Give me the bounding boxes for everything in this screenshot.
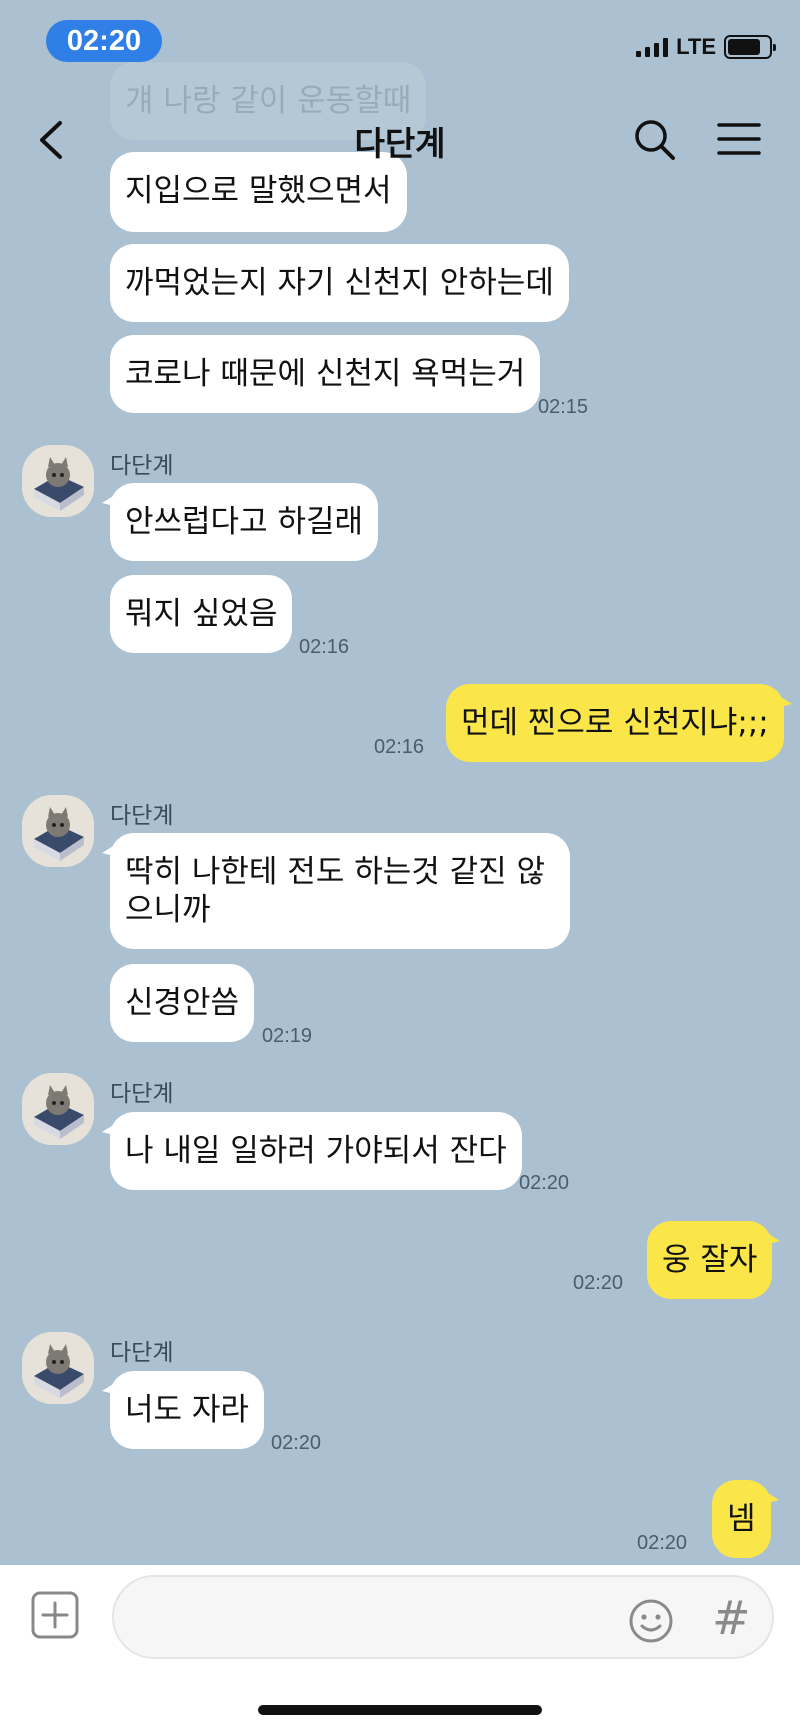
chat-messages[interactable]: 걔 나랑 같이 운동할때 지입으로 말했으면서 까먹었는지 자기 신천지 안하는…: [0, 0, 800, 1565]
message-time: 02:16: [374, 736, 425, 758]
avatar[interactable]: [22, 1332, 94, 1404]
message-bubble[interactable]: 신경안씀: [110, 964, 255, 1042]
sender-name: 다단계: [110, 453, 174, 479]
sender-name: 다단계: [110, 1081, 174, 1107]
chat-title: 다단계: [354, 124, 446, 163]
hashtag-button[interactable]: #: [712, 1591, 751, 1645]
cat-avatar-icon: [22, 1073, 94, 1145]
message-bubble[interactable]: 너도 자라: [102, 1371, 264, 1449]
avatar[interactable]: [22, 445, 94, 517]
message-time: 02:20: [573, 1272, 624, 1294]
sender-name: 다단계: [110, 1340, 174, 1366]
message-time: 02:20: [519, 1172, 570, 1194]
my-message-bubble[interactable]: 먼데 찐으로 신천지냐;;;: [446, 684, 792, 762]
message-bubble[interactable]: 까먹었는지 자기 신천지 안하는데: [110, 244, 569, 322]
message-bubble[interactable]: 코로나 때문에 신천지 욕먹는거: [110, 335, 541, 413]
message-bubble[interactable]: 나 내일 일하러 가야되서 잔다: [102, 1112, 522, 1190]
sender-name: 다단계: [110, 803, 174, 829]
status-time[interactable]: 02:20: [46, 20, 162, 62]
avatar[interactable]: [22, 795, 94, 867]
message-time: 02:20: [271, 1432, 322, 1454]
my-message-bubble[interactable]: 넴: [712, 1480, 779, 1558]
status-bar: 02:20 LTE: [0, 0, 800, 90]
hamburger-menu-icon[interactable]: [716, 119, 762, 159]
home-indicator[interactable]: [258, 1705, 542, 1715]
message-bubble[interactable]: 안쓰럽다고 하길래: [101, 483, 379, 561]
network-type: LTE: [676, 34, 716, 59]
battery-icon: [724, 35, 776, 59]
cat-avatar-icon: [22, 1332, 94, 1404]
emoji-icon[interactable]: [628, 1598, 674, 1644]
message-time: 02:19: [262, 1025, 313, 1047]
message-time: 02:20: [637, 1532, 688, 1554]
message-input-bar: #: [0, 1565, 800, 1732]
avatar[interactable]: [22, 1073, 94, 1145]
plus-square-icon[interactable]: [30, 1590, 80, 1640]
cat-avatar-icon: [22, 445, 94, 517]
message-bubble[interactable]: 딱히 나한테 전도 하는것 같진 않으니까: [102, 833, 570, 949]
message-time: 02:16: [299, 636, 350, 658]
message-time: 02:15: [538, 396, 589, 418]
message-bubble[interactable]: 뭐지 싶었음: [110, 575, 293, 653]
search-icon[interactable]: [630, 115, 680, 165]
message-input[interactable]: [112, 1575, 774, 1659]
signal-icon: [636, 37, 669, 57]
cat-avatar-icon: [22, 795, 94, 867]
chat-header: 다단계: [0, 95, 800, 185]
my-message-bubble[interactable]: 웅 잘자: [647, 1221, 781, 1299]
status-indicators: LTE: [636, 34, 776, 60]
